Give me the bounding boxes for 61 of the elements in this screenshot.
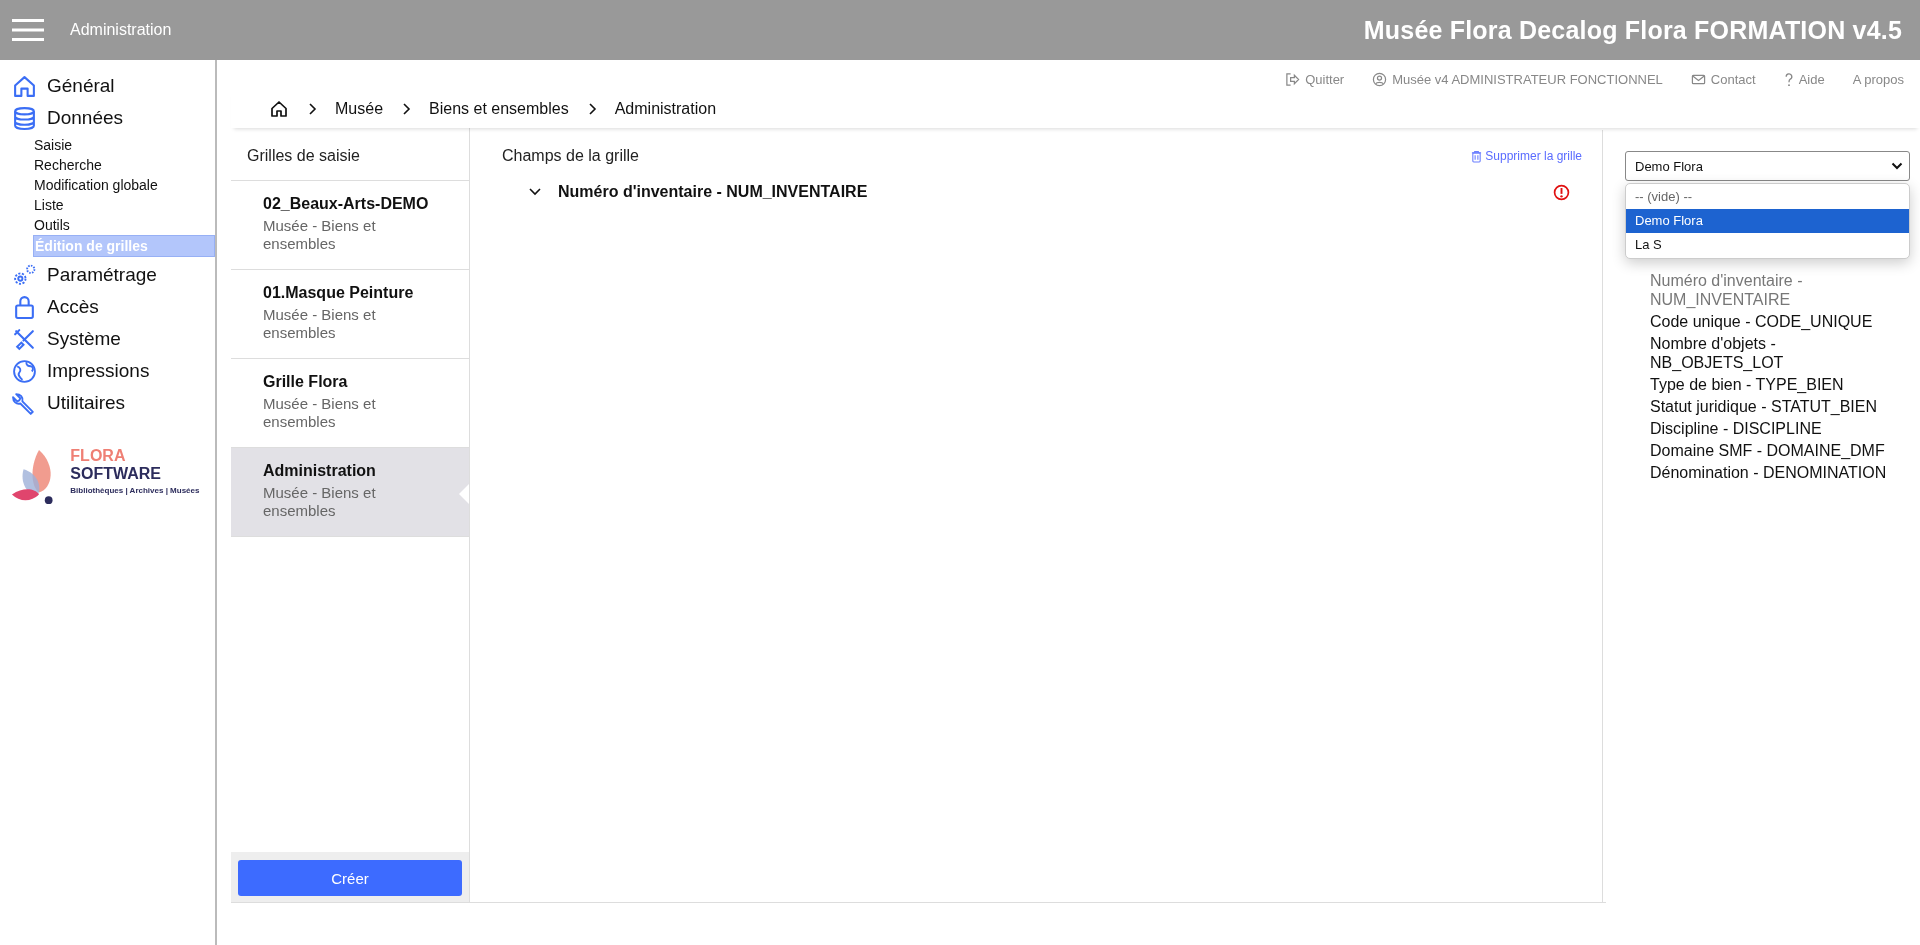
chevron-right-icon <box>307 102 317 116</box>
nav-item[interactable]: Système <box>0 323 215 355</box>
grid-list-item[interactable]: Administration Musée - Biens et ensembles <box>231 448 469 537</box>
dropdown-option[interactable]: Demo Flora <box>1626 209 1909 233</box>
breadcrumb-link[interactable]: Administration <box>614 100 717 118</box>
nav-item[interactable]: Général <box>0 70 215 102</box>
nav-subitem[interactable]: Liste <box>33 195 215 215</box>
header-link[interactable]: Aide <box>1783 68 1825 90</box>
available-field[interactable]: Nombre d'objets - NB_OBJETS_LOT <box>1650 334 1890 372</box>
grid-list-item[interactable]: 02_Beaux-Arts-DEMO Musée - Biens et ensembles <box>231 181 469 270</box>
delete-grid-link[interactable]: Supprimer la grille <box>1471 149 1582 163</box>
tools-icon <box>12 326 37 352</box>
panel-title: Champs de la grille <box>502 147 639 165</box>
available-field[interactable]: Dénomination - DENOMINATION <box>1650 463 1890 482</box>
help-icon <box>1783 71 1794 87</box>
nav-subitem[interactable]: Saisie <box>33 135 215 155</box>
header-link[interactable]: Contact <box>1690 68 1756 90</box>
header-link[interactable]: A propos <box>1852 68 1904 90</box>
app-title: Musée Flora Decalog Flora FORMATION v4.5 <box>1363 15 1902 45</box>
nav-subitem[interactable]: Recherche <box>33 155 215 175</box>
brand-name: FLORA SOFTWARE <box>70 447 162 483</box>
nav-item[interactable]: Données <box>0 102 215 134</box>
nav-item[interactable]: Paramétrage <box>0 259 215 291</box>
user-icon <box>1372 71 1388 87</box>
home-icon[interactable] <box>269 99 289 119</box>
create-button[interactable]: Créer <box>238 860 462 896</box>
available-field[interactable]: Domaine SMF - DOMAINE_DMF <box>1650 441 1890 460</box>
available-field[interactable]: Code unique - CODE_UNIQUE <box>1650 312 1890 331</box>
chevron-down-icon <box>1891 162 1903 170</box>
database-icon <box>12 105 37 131</box>
available-field[interactable]: Statut juridique - STATUT_BIEN <box>1650 397 1890 416</box>
logout-icon <box>1285 71 1301 87</box>
field-label: Numéro d'inventaire - NUM_INVENTAIRE <box>558 183 868 201</box>
available-field[interactable]: Discipline - DISCIPLINE <box>1650 419 1890 438</box>
nav-item[interactable]: Utilitaires <box>0 387 215 419</box>
gears-icon <box>12 262 37 288</box>
brand-tagline: Bibliothèques | Archives | Musées <box>70 486 201 495</box>
header-link[interactable]: Musée v4 ADMINISTRATEUR FONCTIONNEL <box>1372 68 1663 90</box>
header-link[interactable]: Quitter <box>1285 68 1345 90</box>
menu-icon[interactable] <box>12 18 44 42</box>
wrench-icon <box>12 390 37 416</box>
nav-subitem[interactable]: Modification globale <box>33 175 215 195</box>
nav-subitem[interactable]: Outils <box>33 215 215 235</box>
dropdown-option[interactable]: -- (vide) -- <box>1626 185 1909 209</box>
chevron-right-icon <box>586 102 597 116</box>
lock-icon <box>12 294 37 320</box>
nav-item[interactable]: Accès <box>0 291 215 323</box>
grid-select[interactable]: Demo Flora <box>1625 151 1910 181</box>
home-icon <box>12 73 37 99</box>
breadcrumb-link[interactable]: Musée <box>335 100 384 118</box>
available-field[interactable]: Type de bien - TYPE_BIEN <box>1650 375 1890 394</box>
nav-item[interactable]: Impressions <box>0 355 215 387</box>
globe-icon <box>12 358 37 384</box>
section-title: Administration <box>70 21 172 39</box>
panel-title: Grilles de saisie <box>231 132 469 181</box>
chevron-right-icon <box>401 102 412 116</box>
dropdown-option[interactable]: La S <box>1626 233 1909 257</box>
grid-list-item[interactable]: 01.Masque Peinture Musée - Biens et ensembles <box>231 270 469 359</box>
chevron-down-icon[interactable] <box>528 187 542 197</box>
breadcrumb-link[interactable]: Biens et ensembles <box>429 100 569 118</box>
trash-icon <box>1471 149 1483 163</box>
